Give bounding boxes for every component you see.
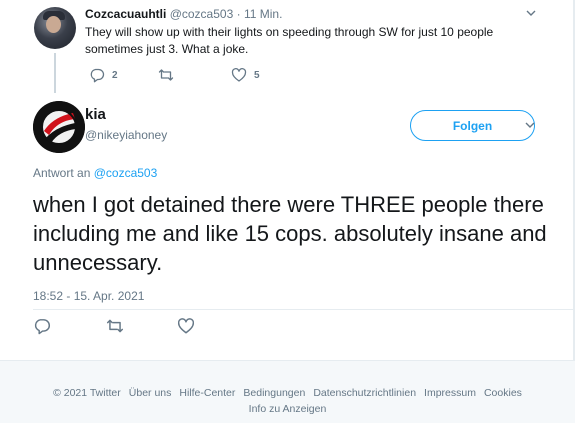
footer-link-terms[interactable]: Bedingungen	[243, 387, 305, 399]
retweet-button[interactable]	[106, 317, 124, 335]
footer-link-privacy[interactable]: Datenschutzrichtlinien	[313, 387, 416, 399]
parent-tweet-text: They will show up with their lights on s…	[85, 25, 494, 56]
like-count: 5	[254, 69, 260, 81]
reply-icon	[90, 68, 105, 83]
retweet-icon	[158, 69, 174, 81]
thread-connector	[54, 53, 56, 93]
tweet-timestamp[interactable]: 18:52 - 15. Apr. 2021	[33, 289, 144, 303]
footer-link-copyright[interactable]: © 2021 Twitter	[53, 387, 121, 399]
author-name[interactable]: kia	[85, 106, 106, 123]
reply-icon	[34, 319, 50, 335]
tweet-card: Cozcacuauhtli @cozca503 · 11 Min. They w…	[0, 0, 575, 360]
footer-divider	[0, 360, 575, 361]
reply-mention-link[interactable]: @cozca503	[94, 166, 158, 180]
avatar-face	[46, 16, 61, 33]
footer-link-cookies[interactable]: Cookies	[484, 387, 522, 399]
chevron-down-icon[interactable]	[524, 6, 538, 20]
like-button[interactable]	[177, 317, 195, 335]
footer: © 2021 Twitter Über uns Hilfe-Center Beding…	[0, 360, 575, 423]
antifa-logo-image	[33, 101, 85, 153]
tweet-text: when I got detained there were THREE peo…	[33, 192, 547, 275]
reply-button[interactable]: 2	[89, 67, 118, 83]
footer-links: © 2021 Twitter Über uns Hilfe-Center Beding…	[0, 385, 575, 417]
footer-link-imprint[interactable]: Impressum	[424, 387, 476, 399]
parent-author-handle[interactable]: @cozca503	[170, 7, 234, 21]
parent-tweet-time[interactable]: 11 Min.	[244, 7, 282, 21]
like-button[interactable]: 5	[231, 67, 260, 83]
parent-author-name[interactable]: Cozcacuauhtli	[85, 7, 166, 21]
reply-context: Antwort an @cozca503	[33, 166, 157, 180]
avatar[interactable]	[34, 7, 76, 49]
follow-button[interactable]: Folgen	[410, 110, 535, 141]
retweet-button[interactable]	[158, 67, 181, 83]
author-handle[interactable]: @nikeyiahoney	[85, 128, 167, 142]
avatar[interactable]	[33, 101, 85, 153]
divider	[33, 309, 573, 310]
footer-link-about[interactable]: Über uns	[129, 387, 172, 399]
parent-tweet-header: Cozcacuauhtli @cozca503 · 11 Min.	[85, 7, 282, 21]
retweet-icon	[106, 319, 124, 333]
chevron-down-icon[interactable]	[523, 118, 537, 132]
separator: ·	[236, 7, 241, 21]
reply-count: 2	[112, 69, 118, 81]
footer-link-ads-info[interactable]: Info zu Anzeigen	[249, 403, 327, 415]
footer-link-help-center[interactable]: Hilfe-Center	[179, 387, 235, 399]
heart-icon	[177, 318, 195, 334]
reply-button[interactable]	[33, 317, 51, 335]
heart-icon	[231, 67, 247, 82]
reply-prefix: Antwort an	[33, 166, 91, 180]
